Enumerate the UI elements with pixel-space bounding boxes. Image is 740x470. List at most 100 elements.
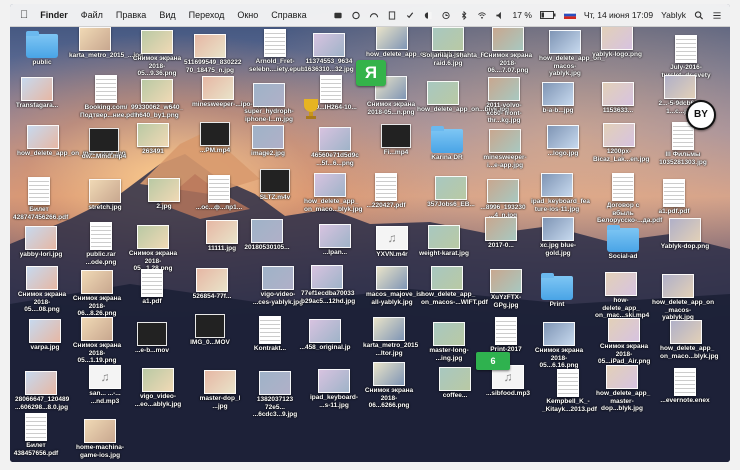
menu-view[interactable]: Вид	[159, 10, 175, 20]
desktop-icon-image[interactable]: karta_metro_2015_...jpg	[69, 27, 143, 60]
desktop-icon-image[interactable]: vigo_video- ...eo...ablyk.jpg	[132, 368, 184, 408]
desktop-icon-image[interactable]: Снимок экрана 2018-06....7.07.png	[482, 27, 534, 75]
desktop-icon-image[interactable]: weight-karat.jpg	[418, 225, 470, 258]
desktop-icon-image[interactable]: master-long- ...ing.jpg	[423, 322, 475, 362]
desktop-icon-image[interactable]: how_delete_app_ on_maco...blyk.jpg	[304, 173, 363, 213]
desktop-icon-doc[interactable]: Booking.com/ Подтвер...ние.pdf	[80, 75, 136, 119]
desktop-icon-image[interactable]: how-delete_app_ on_mac...ski.mp4	[595, 272, 649, 320]
desktop-icon-folder[interactable]: Karina DR	[421, 126, 473, 162]
menu-help[interactable]: Справка	[271, 10, 306, 20]
desktop-icon-doc[interactable]: Билет 438457656.pdf	[10, 413, 62, 457]
desktop-icon-video[interactable]: SLTZ.m4v	[249, 169, 301, 202]
desktop-icon-folder[interactable]: Print	[531, 273, 583, 309]
desktop-icon-image[interactable]: 2011-volvo-xc60- front-thr...kg.jpg	[478, 77, 530, 125]
desktop-icon-doc[interactable]: Kontrakt...	[244, 316, 296, 353]
desktop-icon-image[interactable]: 1153633...	[592, 82, 644, 115]
volume-icon[interactable]	[495, 11, 505, 20]
desktop-icon-image[interactable]: ...Ipan...	[309, 224, 361, 257]
task-icon[interactable]	[405, 11, 415, 20]
desktop-icon-image[interactable]: 1382037123 72e5... ...6cdc3...9.jpg	[249, 371, 301, 419]
battery-percent[interactable]: 17 %	[513, 10, 532, 20]
desktop-icon-image[interactable]: how_delete_app_ on_macos-...WIFT.pdf	[421, 266, 488, 306]
desktop-icon-doc[interactable]: a1.pdf.pdf	[648, 179, 700, 216]
desktop-icon-image[interactable]: Снимок экрана 2018-05...1.28.png	[127, 225, 179, 273]
desktop-icon-image[interactable]: yablyk-logo.png	[591, 26, 643, 59]
halfmoon-icon[interactable]	[423, 11, 433, 20]
desktop-icon-image[interactable]: Transfagara...	[11, 77, 63, 110]
desktop-icon-image[interactable]: 357Jobs6_EB...	[425, 176, 477, 209]
desktop-icon-image[interactable]: 11374553_9634 1636310...32.jpg	[303, 33, 355, 73]
desktop-icon-image[interactable]: 20180530105...	[241, 219, 293, 252]
menu-go[interactable]: Переход	[189, 10, 225, 20]
menu-edit[interactable]: Правка	[116, 10, 146, 20]
desktop-icon-image[interactable]: super_hydroph- iphone-l...m.jpg	[243, 83, 295, 123]
desktop-icon-video[interactable]: Fi...mp4	[370, 124, 422, 157]
desktop-icon-image[interactable]: minesweeper-...ipo-...jpg	[192, 76, 268, 109]
yablyk-logo-icon[interactable]: Я	[356, 60, 386, 86]
desktop-icon-image[interactable]: image2.jpg	[242, 125, 294, 158]
notification-center-icon[interactable]	[712, 11, 722, 20]
desktop-icon-image[interactable]: how_delete_app_on _macos-yablyk.jpg	[652, 274, 714, 322]
input-flag-icon[interactable]	[563, 11, 576, 19]
desktop-icon-image[interactable]: coffee...	[429, 367, 481, 400]
desktop-icon-video[interactable]: dw...Mmd.mp4	[78, 128, 130, 161]
desktop-icon-image[interactable]: Снимок экрана 2018-06...8.26.png	[71, 270, 123, 318]
desktop-icon-image[interactable]: 99330062_w640_ h640_by1.png	[131, 79, 183, 119]
bluetooth-icon[interactable]	[459, 10, 469, 20]
desktop-icon-video[interactable]: ...e-b...mov	[126, 322, 178, 355]
desktop-icon-image[interactable]: 526854-77f...	[186, 268, 238, 301]
desktop-icon-image[interactable]: 2.jpg	[138, 178, 190, 211]
clipboard-icon[interactable]	[387, 10, 397, 20]
gauge-icon[interactable]	[369, 11, 379, 20]
search-icon[interactable]	[694, 10, 704, 20]
trophy-icon[interactable]	[298, 96, 324, 122]
battery-icon[interactable]	[539, 11, 556, 19]
desktop-icon-image[interactable]: Снимок экрана 2018-05...9.36.png	[131, 30, 183, 78]
desktop-icon-image[interactable]: ...8996_193230 ...4_n.jpg	[477, 179, 529, 219]
desktop-icon-image[interactable]: ...logo.jpg	[537, 125, 589, 158]
desktop-icon-video[interactable]: IMG_0...MOV	[184, 314, 236, 347]
desktop-icon-folder[interactable]: public	[16, 31, 68, 67]
desktop-icon-image[interactable]: ...458_original.jp	[299, 319, 351, 352]
desktop-icon-image[interactable]: 46560e71d5d9c ...5f...6...png	[309, 127, 361, 167]
desktop-icon-image[interactable]: macos_majove_ist all-yablyk.jpg	[366, 266, 424, 306]
desktop-icon-image[interactable]: 2017-0...	[475, 217, 527, 250]
desktop-icon-image[interactable]: how_delete_app_on...blyk.jpg	[417, 81, 509, 114]
clock-icon[interactable]	[441, 11, 451, 20]
desktop-icon-image[interactable]: home-machina- game-ios.jpg	[74, 419, 126, 459]
desktop-icon-image[interactable]: Снимок экрана 2018-05...6.16.png	[533, 322, 585, 370]
desktop-icon-image[interactable]: XuYzFTX-GPg.jpg	[480, 269, 532, 309]
desktop-icon-image[interactable]: master-dop_l ...jpg	[194, 370, 246, 410]
green-count-badge-icon[interactable]: 6	[476, 352, 510, 370]
desktop-icon-doc[interactable]: Договор с вбыль Белорусско-...да.pdf	[597, 173, 662, 225]
desktop-icon-image[interactable]: Снимок экрана 2018-06...6266.png	[363, 362, 415, 410]
datetime[interactable]: Чт, 14 июня 17:09	[584, 10, 653, 20]
desktop-icon-image[interactable]: how_delete_app_on-...ablyk.jpg	[366, 26, 464, 59]
by-badge-icon[interactable]: BY	[686, 100, 716, 130]
desktop-icon-image[interactable]: ipad_keyboard_fea ture-ios-11.jpg	[531, 173, 590, 213]
menu-app-finder[interactable]: Finder	[40, 10, 68, 20]
desktop-icon-doc[interactable]: Arnold_Fret- selebn....iety.epub	[249, 29, 305, 73]
desktop-icon-image[interactable]: how_delete_app_ master-dop...blyk.jpg	[596, 365, 650, 413]
desktop-icon-doc[interactable]: July-2016-turslet- dr-svety	[660, 35, 712, 79]
desktop-icon-image[interactable]: Снимок экрана 2018-05...1.19.png	[71, 317, 123, 365]
desktop-icon-audio[interactable]: ♫ san... ...-... ...nd.mp3	[79, 365, 131, 405]
desktop-icon-doc[interactable]: ...ос...ф...пр1...	[193, 175, 245, 212]
desktop-icon-image[interactable]: varpa.jpg	[19, 319, 71, 352]
desktop-icon-image[interactable]: how_delete_app_on_mac...blyk.jpg	[17, 125, 126, 158]
desktop-icon-image[interactable]: minesweeper-i...e-app.jpg	[479, 129, 531, 169]
desktop-icon-doc[interactable]: Kempbell_K_-_Kitayk...2013.pdf	[542, 369, 597, 413]
desktop-icon-image[interactable]: Soljaniaja_shahta_R raid.6.jpg	[422, 27, 485, 67]
desktop-icon-image[interactable]: 77ef1ecdba70033 b29ac5...12hd.jpg	[301, 265, 355, 305]
apple-menu-icon[interactable]: 	[20, 9, 28, 21]
desktop-icon-image[interactable]: b-a-b...jpg	[532, 82, 584, 115]
desktop-icon-doc[interactable]: ...evernote.enex	[659, 368, 711, 405]
menu-window[interactable]: Окно	[237, 10, 258, 20]
desktop-icon-image[interactable]: Снимок экрана 2018-05....08.png	[16, 266, 68, 314]
desktop-icon-folder[interactable]: Social-ad	[597, 225, 649, 261]
desktop-icon-image[interactable]: 28066647_120489 ...606298...8.0.jpg	[15, 371, 69, 411]
desktop-icon-image[interactable]: how_delete_app_ on_maco...blyk.jpg	[660, 320, 719, 360]
desktop-icon-image[interactable]: vigo-video- ...ces-yablyk.jpg	[252, 266, 304, 306]
user-name[interactable]: Yablyk	[661, 10, 686, 20]
desktop-icon-image[interactable]: 263491	[127, 123, 179, 156]
